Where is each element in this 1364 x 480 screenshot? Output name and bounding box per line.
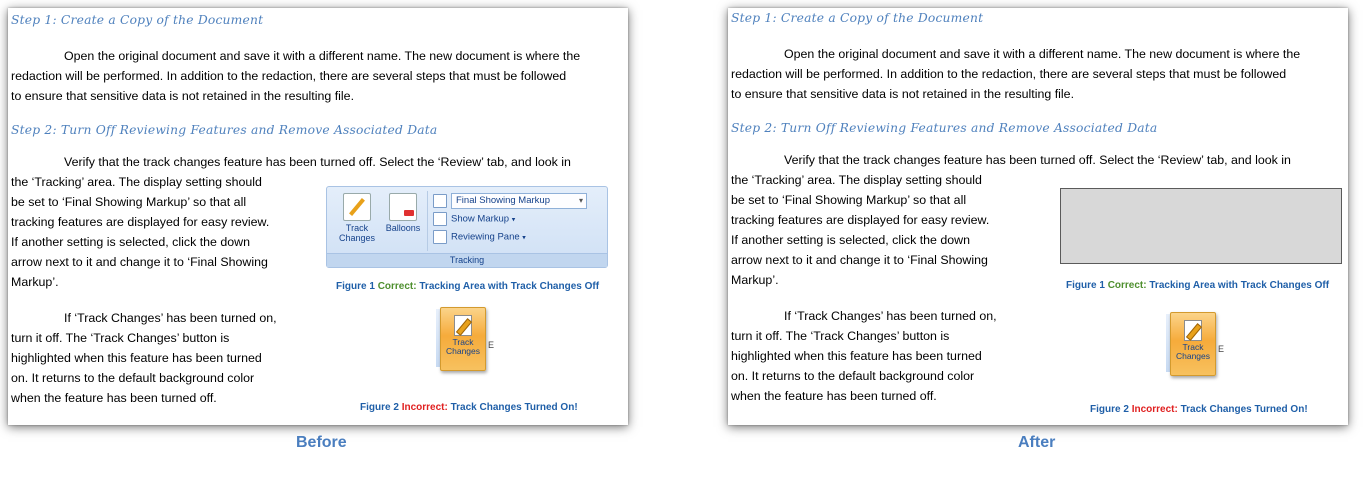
- track-changes-icon: [343, 193, 371, 221]
- track-changes-icon: [1181, 319, 1205, 341]
- trackchanges-line: highlighted when this feature has been t…: [731, 349, 982, 363]
- tracking-ribbon-figure: Track Changes Balloons Final Showing Mar…: [326, 186, 608, 268]
- ribbon-separator: [427, 191, 428, 251]
- step1-line-2: redaction will be performed. In addition…: [11, 69, 567, 83]
- after-page: Step 1: Create a Copy of the Document Op…: [728, 8, 1348, 425]
- track-label-2: Changes: [1175, 351, 1211, 361]
- trackchanges-line: highlighted when this feature has been t…: [11, 351, 262, 365]
- track-changes-highlighted-button: Track Changes: [440, 307, 486, 371]
- show-markup-row: Show Markup ▾: [433, 212, 515, 226]
- step2-line-1: Verify that the track changes feature ha…: [64, 155, 571, 169]
- step1-line-1: Open the original document and save it w…: [784, 47, 1301, 61]
- tracking-line: the ‘Tracking’ area. The display setting…: [11, 175, 262, 189]
- step1-line-3: to ensure that sensitive data is not ret…: [731, 87, 1075, 101]
- track-label-2: Changes: [445, 346, 481, 356]
- display-for-review-row: Final Showing Markup ▾: [433, 193, 587, 209]
- figure-1-caption: Figure 1 Correct: Tracking Area with Tra…: [336, 281, 600, 292]
- step2-line-1: Verify that the track changes feature ha…: [784, 153, 1291, 167]
- track-changes-highlighted-button: Track Changes: [1170, 312, 1216, 376]
- balloons-icon: [389, 193, 417, 221]
- redacted-figure-placeholder: [1060, 188, 1342, 264]
- reviewing-pane-row: Reviewing Pane ▾: [433, 230, 526, 244]
- side-letter: E: [488, 340, 495, 350]
- before-page: Step 1: Create a Copy of the Document Op…: [8, 8, 628, 425]
- tracking-line: If another setting is selected, click th…: [731, 233, 970, 247]
- step2-heading: Step 2: Turn Off Reviewing Features and …: [11, 123, 438, 137]
- figure-2-caption: Figure 2 Incorrect: Track Changes Turned…: [1090, 404, 1308, 415]
- step1-heading: Step 1: Create a Copy of the Document: [11, 13, 264, 27]
- step1-line-2: redaction will be performed. In addition…: [731, 67, 1287, 81]
- tracking-line: arrow next to it and change it to ‘Final…: [731, 253, 988, 267]
- after-label: After: [1018, 434, 1056, 451]
- tracking-group-label: Tracking: [327, 253, 607, 267]
- track-changes-ribbon-button: Track Changes: [335, 193, 379, 243]
- before-label: Before: [296, 434, 347, 451]
- trackchanges-line: If ‘Track Changes’ has been turned on,: [64, 311, 277, 325]
- step2-heading: Step 2: Turn Off Reviewing Features and …: [731, 121, 1158, 135]
- trackchanges-line: turn it off. The ‘Track Changes’ button …: [11, 331, 230, 345]
- side-letter: E: [1218, 344, 1225, 354]
- track-changes-ribbon-label: Track Changes: [338, 223, 376, 243]
- tracking-line: Markup’.: [731, 273, 779, 287]
- show-markup-icon: [433, 212, 447, 226]
- trackchanges-line: when the feature has been turned off.: [731, 389, 937, 403]
- reviewing-pane-icon: [433, 230, 447, 244]
- display-for-review-dropdown: Final Showing Markup ▾: [451, 193, 587, 209]
- tracking-line: be set to ‘Final Showing Markup’ so that…: [731, 193, 967, 207]
- tracking-line: tracking features are displayed for easy…: [731, 213, 990, 227]
- tracking-line: If another setting is selected, click th…: [11, 235, 250, 249]
- trackchanges-line: when the feature has been turned off.: [11, 391, 217, 405]
- trackchanges-line: on. It returns to the default background…: [731, 369, 975, 383]
- balloons-button: Balloons: [381, 193, 425, 233]
- trackchanges-line: turn it off. The ‘Track Changes’ button …: [731, 329, 950, 343]
- tracking-line: arrow next to it and change it to ‘Final…: [11, 255, 268, 269]
- tracking-line: be set to ‘Final Showing Markup’ so that…: [11, 195, 247, 209]
- step1-line-1: Open the original document and save it w…: [64, 49, 581, 63]
- tracking-line: Markup’.: [11, 275, 59, 289]
- tracking-line: the ‘Tracking’ area. The display setting…: [731, 173, 982, 187]
- figure-1-caption: Figure 1 Correct: Tracking Area with Tra…: [1066, 280, 1330, 291]
- display-for-review-icon: [433, 194, 447, 208]
- track-changes-icon: [451, 314, 475, 336]
- trackchanges-line: on. It returns to the default background…: [11, 371, 255, 385]
- trackchanges-line: If ‘Track Changes’ has been turned on,: [784, 309, 997, 323]
- show-markup-label: Show Markup: [451, 213, 510, 225]
- step1-heading: Step 1: Create a Copy of the Document: [731, 11, 984, 25]
- balloons-label: Balloons: [385, 223, 421, 233]
- reviewing-pane-label: Reviewing Pane: [451, 231, 520, 243]
- step1-line-3: to ensure that sensitive data is not ret…: [11, 89, 355, 103]
- tracking-line: tracking features are displayed for easy…: [11, 215, 270, 229]
- figure-2-caption: Figure 2 Incorrect: Track Changes Turned…: [360, 402, 578, 413]
